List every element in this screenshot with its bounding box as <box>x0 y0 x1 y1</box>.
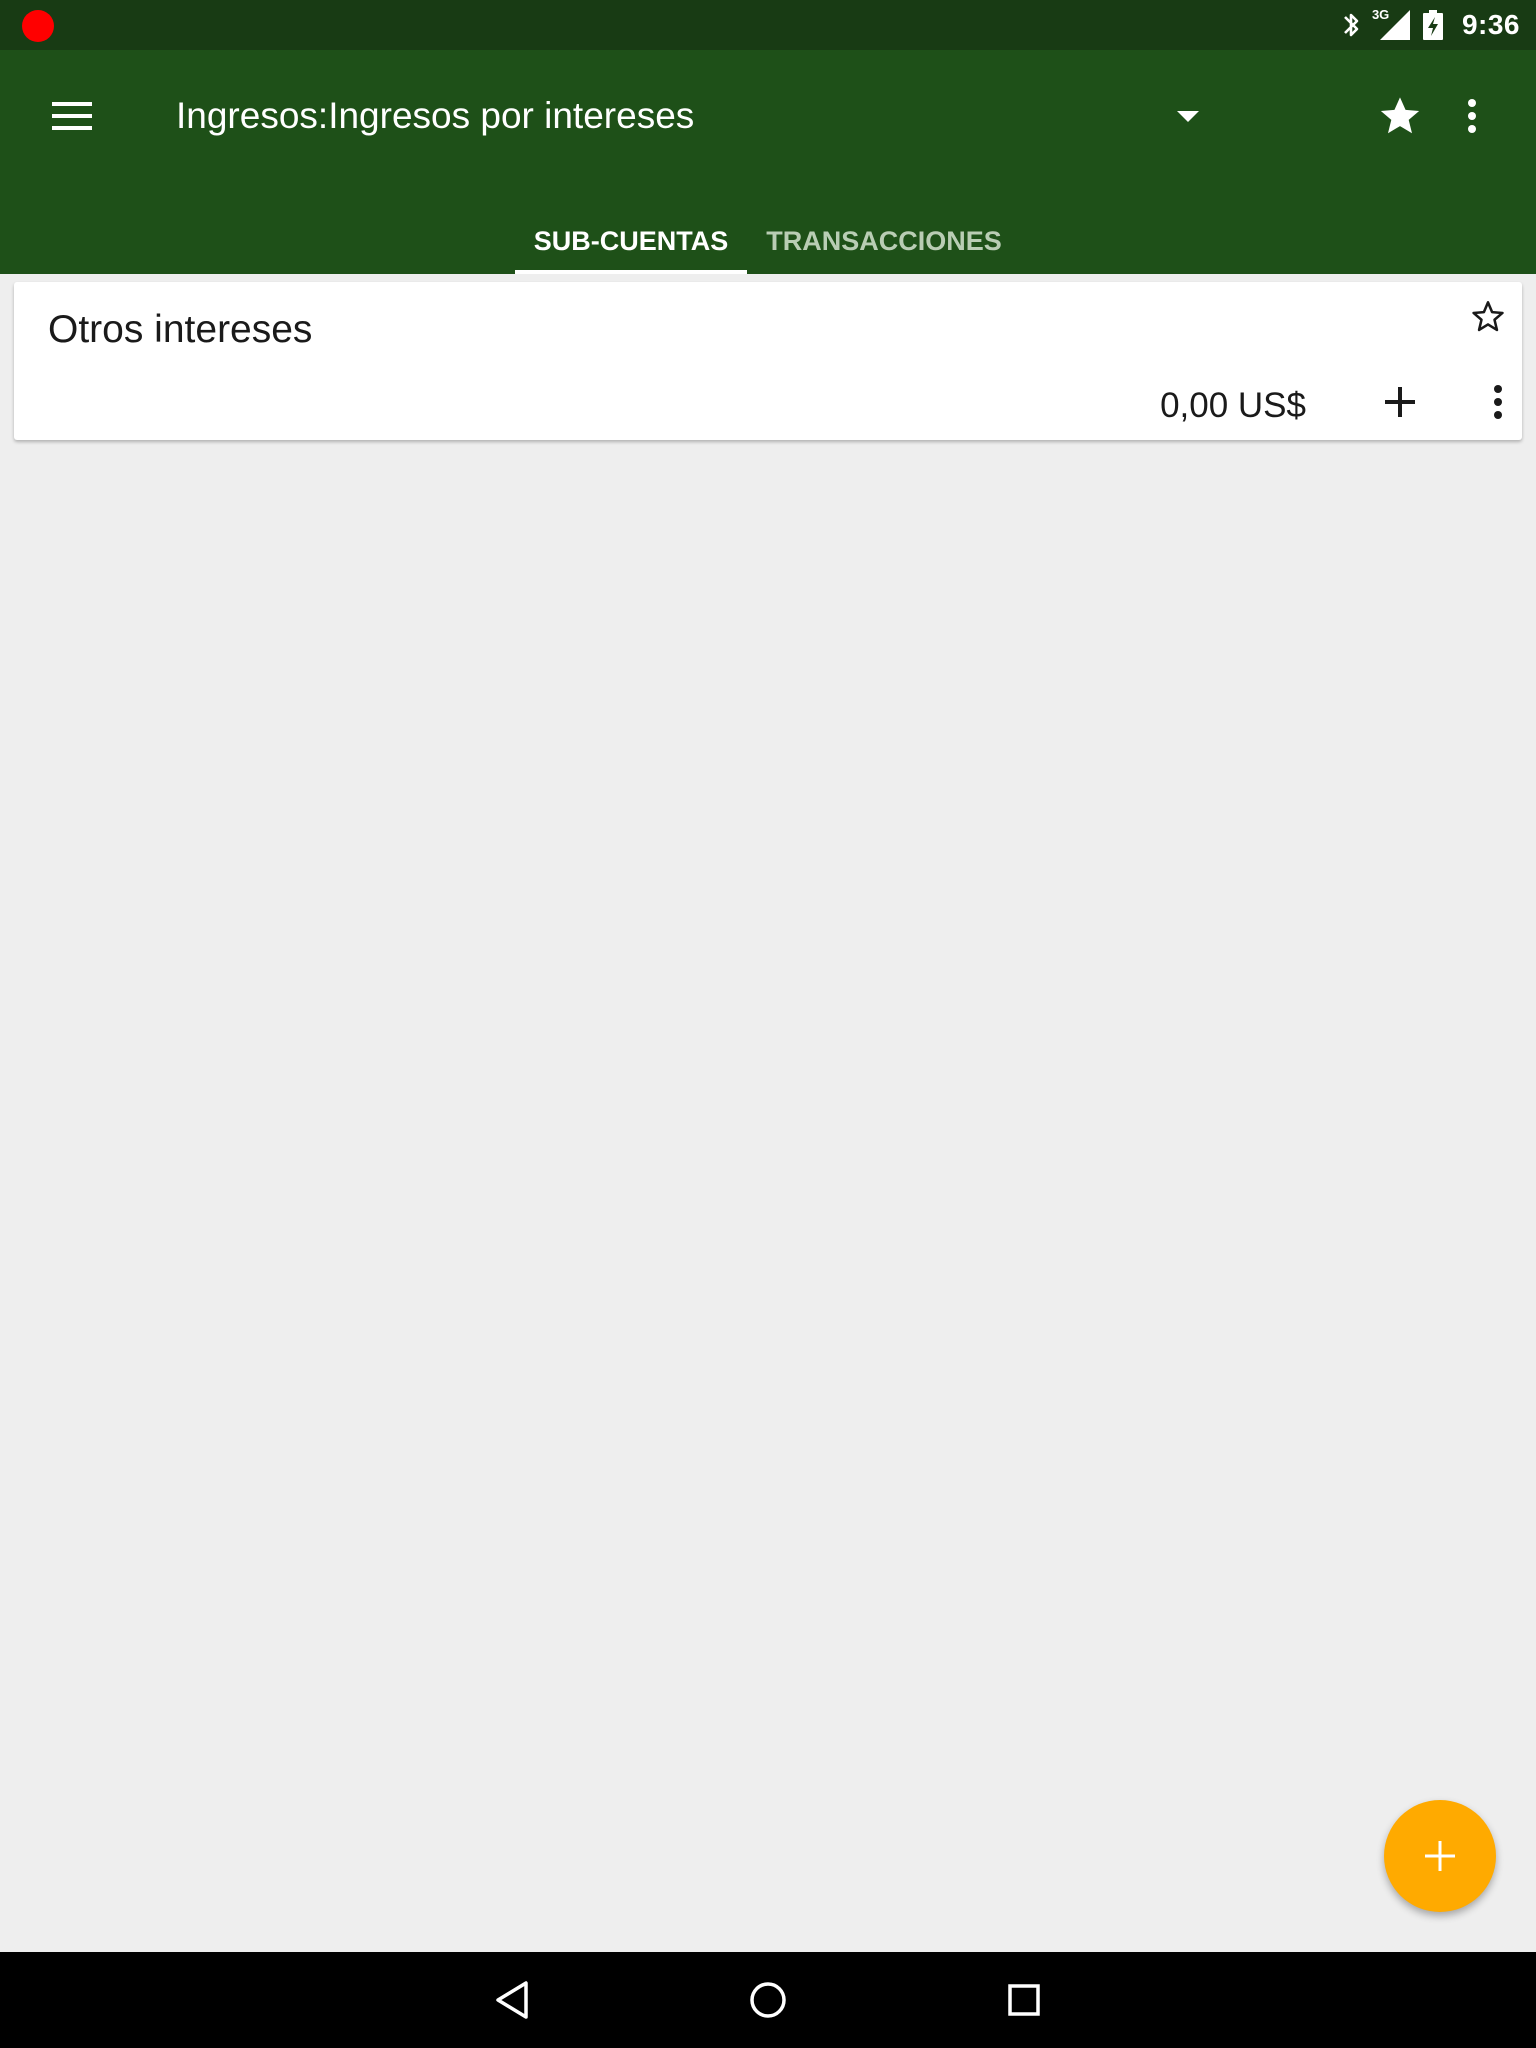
add-transaction-button[interactable] <box>1378 380 1422 424</box>
tab-indicator <box>515 270 747 274</box>
more-vertical-icon <box>1494 385 1502 419</box>
status-time: 9:36 <box>1461 9 1520 40</box>
add-account-fab[interactable] <box>1384 1800 1496 1912</box>
navigation-bar <box>0 1952 1536 2048</box>
recents-icon <box>1008 1984 1040 2016</box>
status-icons: 3G 9:36 <box>1340 0 1520 50</box>
menu-icon <box>52 102 92 130</box>
page-title: Ingresos:Ingresos por intereses <box>176 95 695 136</box>
tab-bar: SUB-CUENTAS TRANSACCIONES <box>0 220 1536 274</box>
tab-sub-cuentas[interactable]: SUB-CUENTAS <box>515 220 747 274</box>
status-bar: 3G 9:36 <box>0 0 1536 50</box>
account-more-button[interactable] <box>1484 380 1512 424</box>
recording-dot-icon <box>22 10 54 42</box>
plus-icon <box>1385 387 1415 417</box>
star-filled-icon <box>1380 97 1420 134</box>
account-favorite-button[interactable] <box>1468 296 1508 336</box>
bluetooth-icon <box>1344 13 1359 37</box>
battery-charging-icon <box>1422 10 1443 40</box>
back-icon <box>496 1981 528 2019</box>
account-balance: 0,00 US$ <box>1160 386 1306 425</box>
home-icon <box>750 1982 786 2018</box>
plus-icon <box>1425 1841 1455 1871</box>
more-options-button[interactable] <box>1450 90 1494 142</box>
recents-button[interactable] <box>994 1970 1054 2030</box>
account-name: Otros intereses <box>48 308 313 351</box>
menu-button[interactable] <box>42 90 102 142</box>
app-bar: Ingresos:Ingresos por intereses SUB-CUEN… <box>0 50 1536 274</box>
home-button[interactable] <box>738 1970 798 2030</box>
account-selector[interactable]: Ingresos:Ingresos por intereses <box>176 88 1216 144</box>
more-vertical-icon <box>1468 99 1476 133</box>
dropdown-arrow-icon <box>1177 111 1199 122</box>
cell-signal-icon: 3G <box>1372 7 1412 41</box>
star-outline-icon <box>1472 300 1504 331</box>
tab-transacciones[interactable]: TRANSACCIONES <box>760 220 1008 274</box>
account-dropdown-button[interactable] <box>1168 102 1208 132</box>
favorite-button[interactable] <box>1374 90 1426 142</box>
back-button[interactable] <box>482 1970 542 2030</box>
account-card[interactable]: Otros intereses 0,00 US$ <box>14 282 1522 440</box>
